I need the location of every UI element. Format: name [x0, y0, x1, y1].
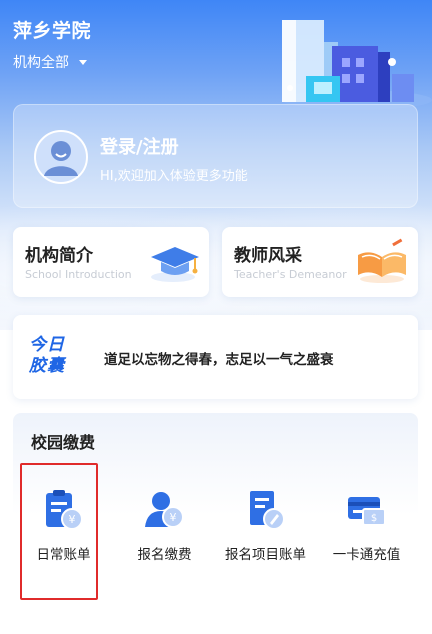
teacher-demeanor-subtitle: Teacher's Demeanor — [234, 268, 347, 281]
caret-down-icon — [79, 59, 87, 65]
person-yuan-icon: ¥ — [144, 492, 184, 528]
daily-bill-button[interactable]: ¥ 日常账单 — [13, 481, 114, 581]
login-register-link[interactable]: 登录/注册 — [100, 133, 179, 159]
campus-payment-title: 校园缴费 — [31, 433, 96, 452]
login-card[interactable]: 登录/注册 HI,欢迎加入体验更多功能 — [13, 104, 418, 208]
svg-text:$: $ — [370, 513, 376, 524]
registration-payment-label: 报名缴费 — [137, 547, 192, 563]
org-filter-dropdown[interactable]: 机构全部 — [13, 52, 87, 72]
login-subtitle: HI,欢迎加入体验更多功能 — [100, 169, 248, 184]
document-pen-icon — [249, 491, 285, 530]
school-name: 萍乡学院 — [13, 20, 92, 42]
campus-card-recharge-button[interactable]: $ 一卡通充值 — [316, 481, 417, 581]
svg-text:¥: ¥ — [68, 513, 75, 526]
open-book-icon — [358, 238, 406, 283]
campus-card-icon: $ — [347, 497, 386, 526]
school-intro-subtitle: School Introduction — [25, 268, 132, 281]
avatar-placeholder-icon — [34, 130, 88, 184]
city-buildings-illustration — [282, 20, 432, 110]
clipboard-bill-icon: ¥ — [45, 490, 83, 530]
org-filter-label: 机构全部 — [13, 55, 69, 71]
school-intro-tile[interactable]: 机构简介 School Introduction — [13, 227, 209, 297]
daily-bill-label: 日常账单 — [36, 547, 91, 563]
registration-project-bill-button[interactable]: 报名项目账单 — [215, 481, 316, 581]
teacher-demeanor-title: 教师风采 — [234, 246, 302, 266]
school-intro-title: 机构简介 — [25, 246, 93, 266]
daily-logo-line2: 胶囊 — [29, 356, 65, 376]
graduation-cap-icon — [151, 247, 199, 282]
daily-capsule-logo: 今日 胶囊 — [29, 335, 91, 381]
teacher-demeanor-tile[interactable]: 教师风采 Teacher's Demeanor — [222, 227, 418, 297]
daily-quote: 道足以忘物之得春，志足以一气之盛衰 — [104, 352, 334, 368]
daily-logo-line1: 今日 — [29, 335, 65, 355]
svg-text:¥: ¥ — [169, 511, 176, 524]
campus-payment-panel: 校园缴费 ¥ 日常账单 ¥ 报名缴费 报名项目账单 $ 一卡通充值 — [13, 413, 418, 583]
daily-capsule-card[interactable]: 今日 胶囊 道足以忘物之得春，志足以一气之盛衰 — [13, 315, 418, 399]
registration-project-bill-label: 报名项目账单 — [225, 547, 306, 563]
registration-payment-button[interactable]: ¥ 报名缴费 — [114, 481, 215, 581]
campus-card-recharge-label: 一卡通充值 — [332, 547, 401, 563]
